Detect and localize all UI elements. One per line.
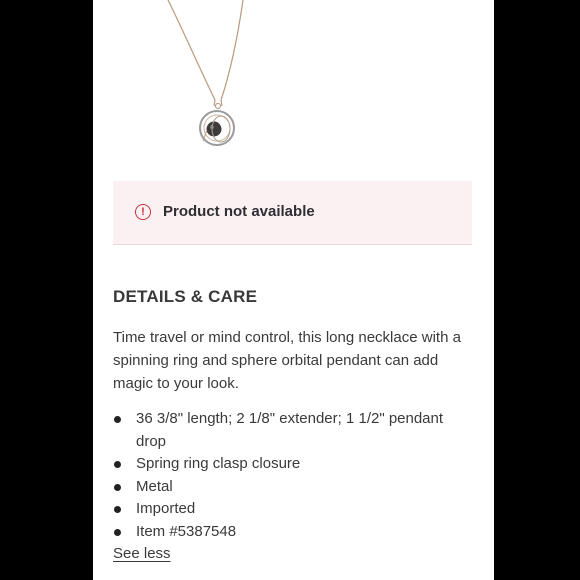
bullet-icon <box>114 483 121 491</box>
list-item: Imported <box>113 498 453 521</box>
product-unavailable-alert: ! Product not available <box>113 181 472 245</box>
alert-message: Product not available <box>163 203 315 220</box>
list-item: Metal <box>113 476 453 499</box>
bullet-icon <box>114 528 121 536</box>
exclamation-circle-icon: ! <box>135 204 151 220</box>
product-page: ! Product not available DETAILS & CARE T… <box>93 0 494 580</box>
list-item: Item #5387548 <box>113 521 453 544</box>
list-item: Spring ring clasp closure <box>113 453 453 476</box>
bullet-icon <box>114 416 121 423</box>
bullet-icon <box>114 461 121 468</box>
product-description: Time travel or mind control, this long n… <box>113 329 461 392</box>
see-less-link[interactable]: See less <box>113 545 171 562</box>
list-item: 36 3/8" length; 2 1/8" extender; 1 1/2" … <box>113 408 453 453</box>
bullet-icon <box>114 506 121 513</box>
product-details-list: 36 3/8" length; 2 1/8" extender; 1 1/2" … <box>113 408 453 543</box>
necklace-product-image <box>167 0 244 146</box>
details-care-heading: DETAILS & CARE <box>113 287 258 306</box>
